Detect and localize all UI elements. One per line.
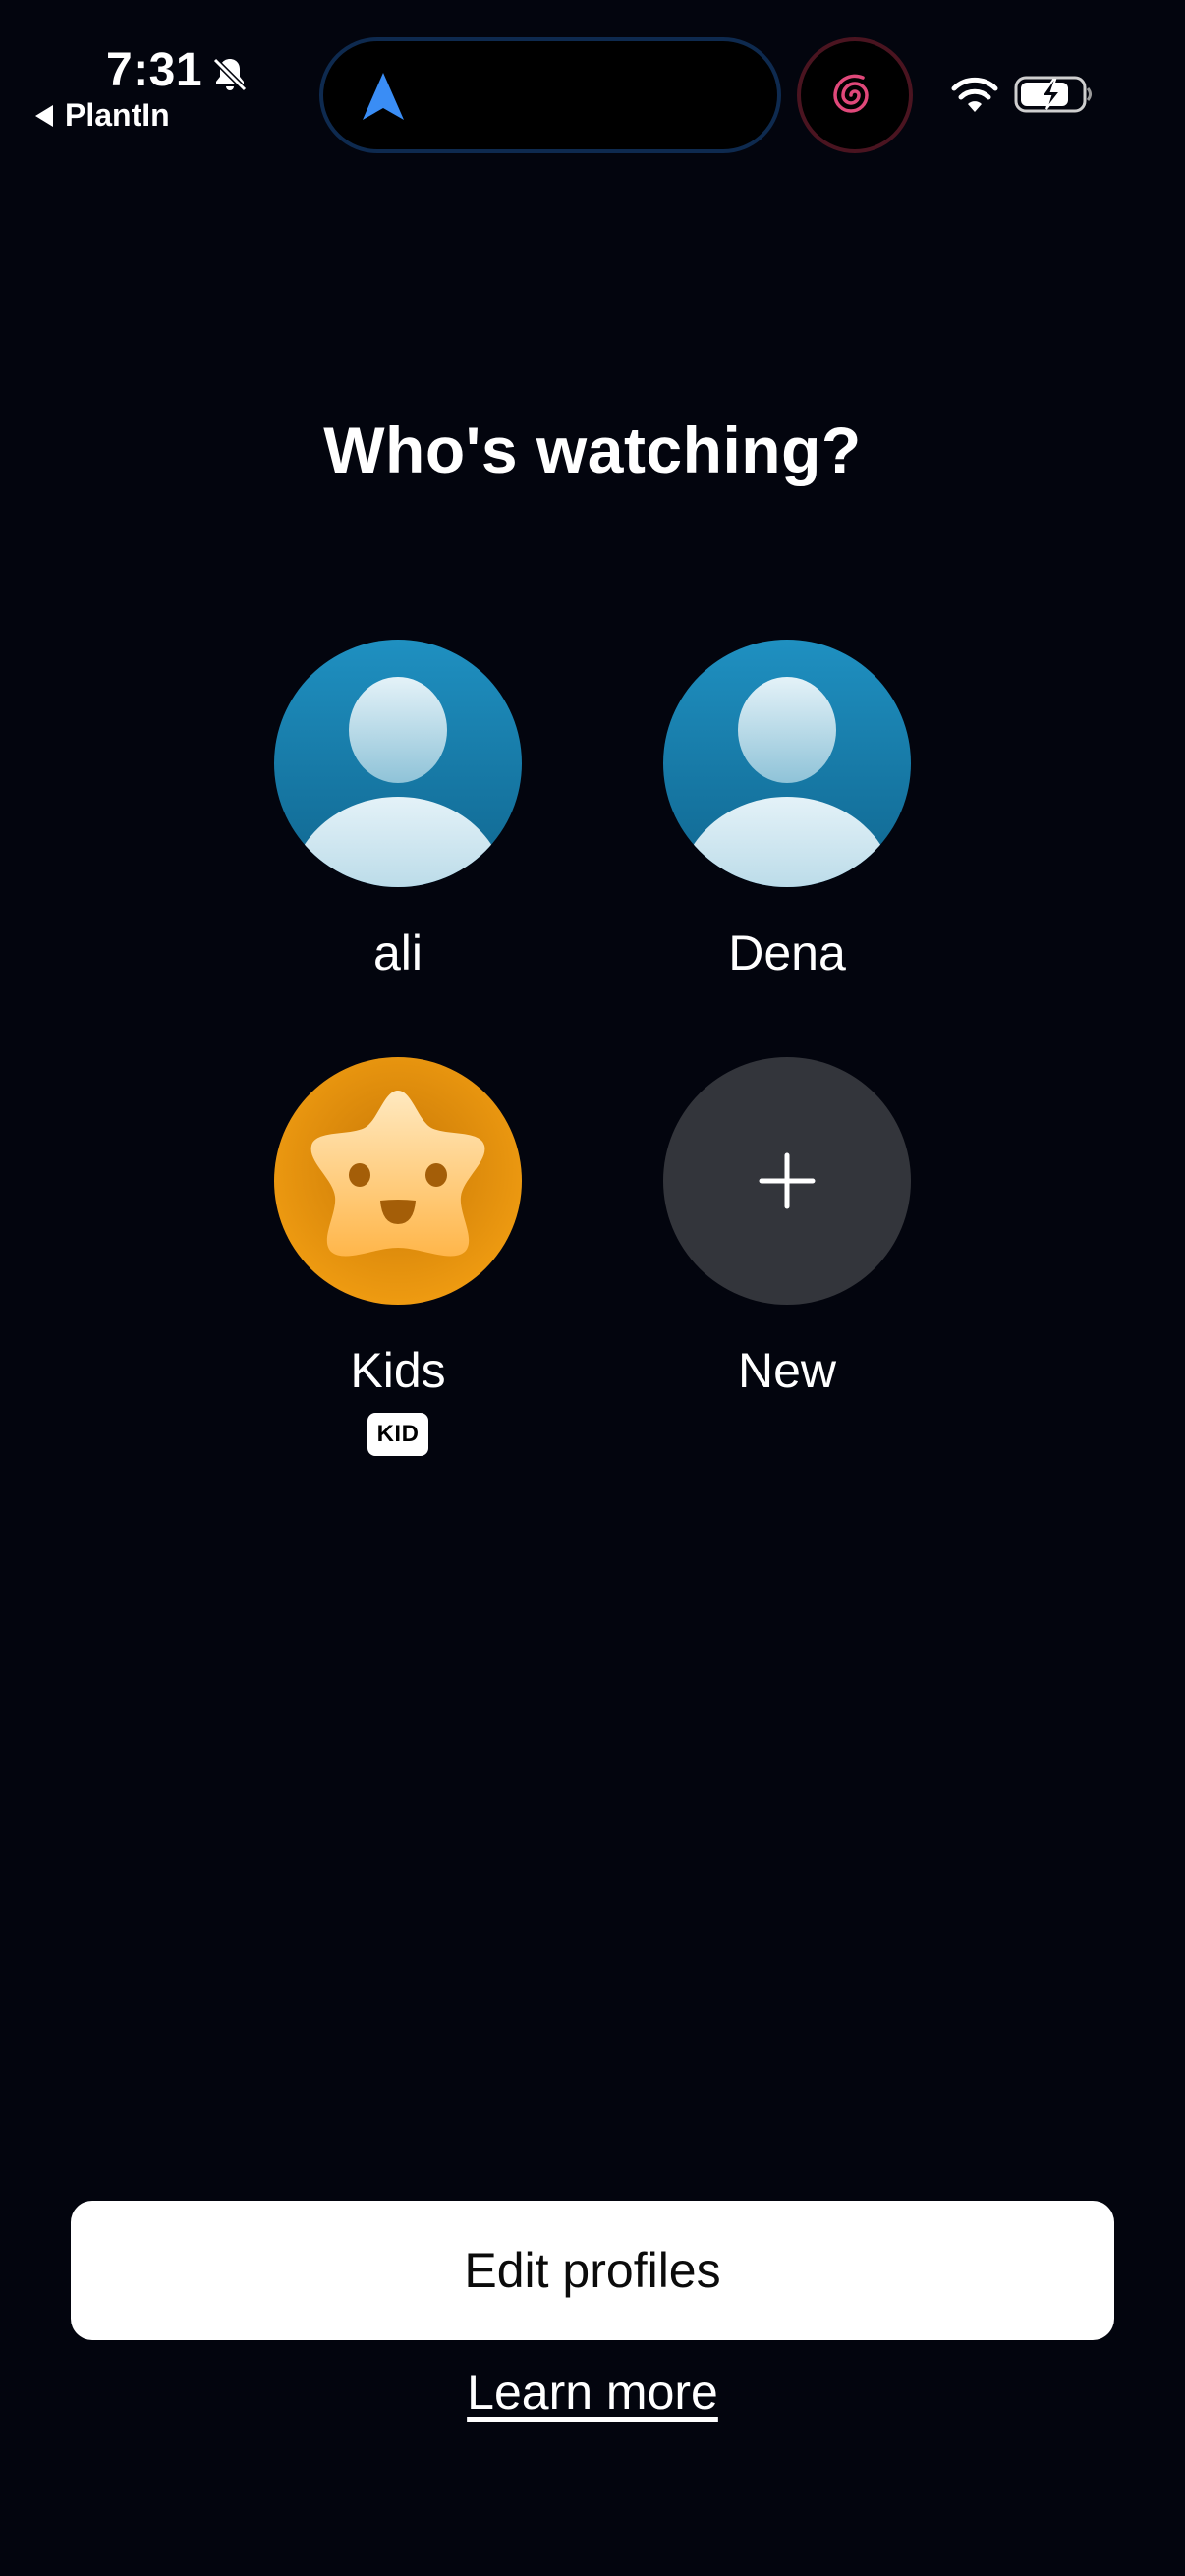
add-profile-button[interactable]: New bbox=[663, 1057, 911, 1399]
kid-badge: KID bbox=[367, 1413, 429, 1456]
profile-name: ali bbox=[372, 925, 423, 980]
star-face-avatar-icon bbox=[274, 1057, 522, 1305]
status-time: 7:31 bbox=[106, 44, 203, 96]
plus-icon bbox=[663, 1057, 911, 1305]
learn-more-link[interactable]: Learn more bbox=[0, 2364, 1185, 2421]
profile-name: New bbox=[737, 1343, 837, 1398]
person-avatar-icon bbox=[663, 640, 911, 887]
spiral-app-icon bbox=[833, 74, 869, 113]
profile-kids[interactable]: Kids KID bbox=[274, 1057, 522, 1456]
profile-name: Kids bbox=[350, 1343, 446, 1398]
profile-name: Dena bbox=[728, 925, 846, 980]
profile-dena[interactable]: Dena bbox=[663, 640, 911, 981]
profile-ali[interactable]: ali bbox=[274, 640, 522, 981]
battery-charging-icon bbox=[1014, 76, 1092, 113]
navigation-arrow-icon bbox=[363, 73, 404, 120]
back-to-app-link[interactable]: PlantIn bbox=[35, 97, 170, 134]
back-triangle-icon bbox=[35, 104, 53, 127]
wifi-icon bbox=[951, 77, 998, 112]
screen: 7:31 PlantIn Who's watching? ali Dena Ki… bbox=[0, 0, 1185, 2576]
edit-profiles-button[interactable]: Edit profiles bbox=[71, 2201, 1114, 2340]
back-app-label: PlantIn bbox=[65, 97, 170, 133]
dynamic-island[interactable] bbox=[319, 37, 781, 153]
person-avatar-icon bbox=[274, 640, 522, 887]
bell-slash-icon bbox=[212, 57, 248, 92]
page-title: Who's watching? bbox=[323, 414, 862, 486]
spiral-app-indicator[interactable] bbox=[797, 37, 913, 153]
